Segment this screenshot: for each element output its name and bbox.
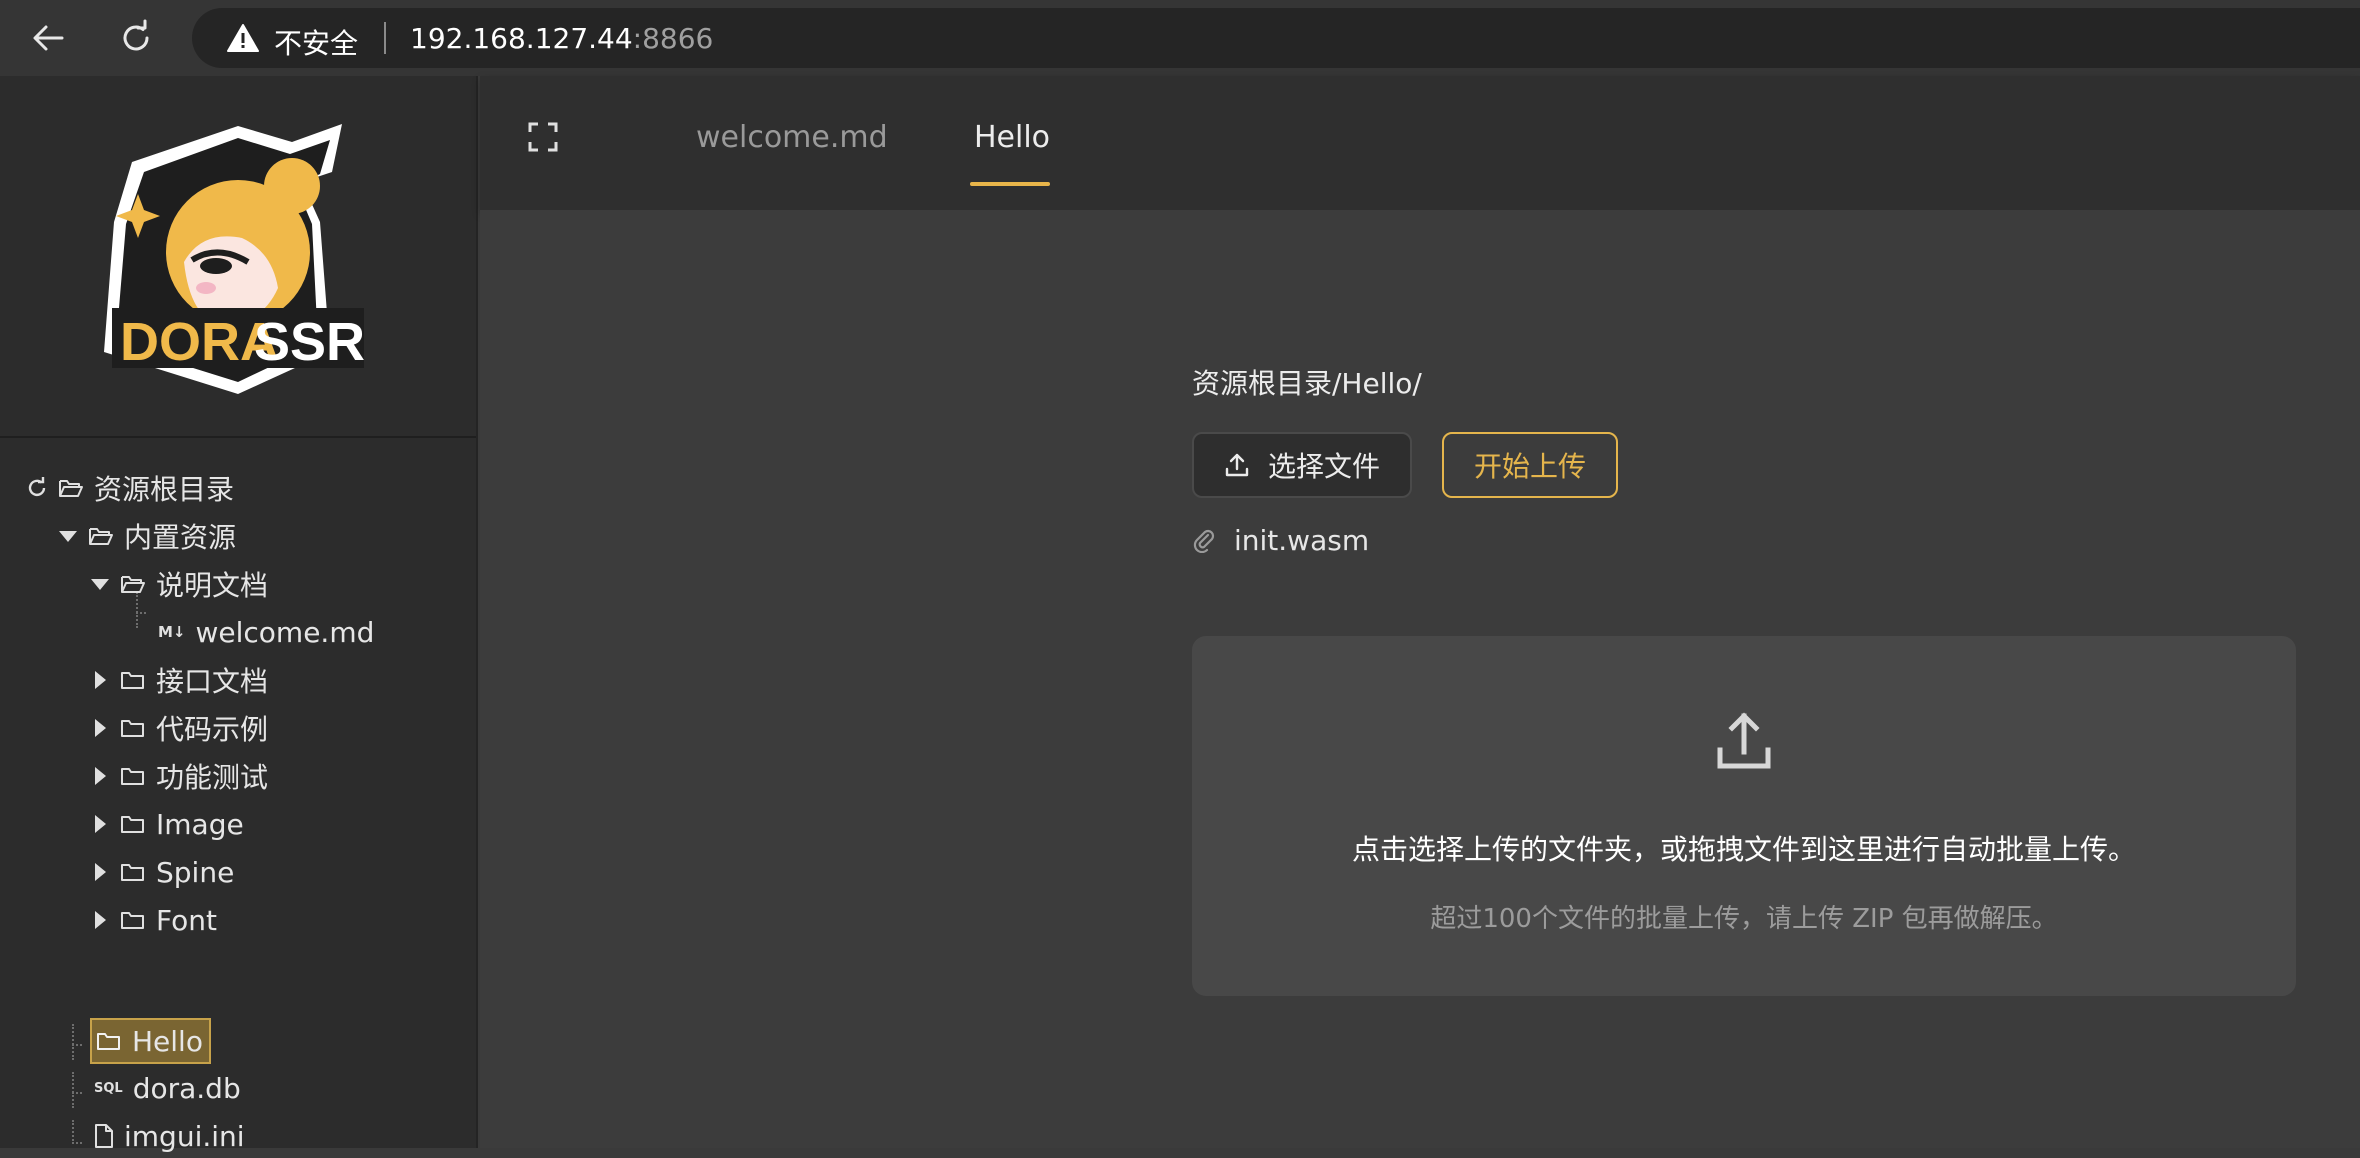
caret-right-icon[interactable] <box>90 862 110 882</box>
tree-item-hello[interactable]: Hello <box>90 1018 211 1064</box>
tree-guide <box>72 1024 74 1060</box>
tree-guide <box>72 1142 82 1144</box>
tree-item-image[interactable]: Image <box>90 802 244 846</box>
refresh-icon[interactable] <box>26 477 48 499</box>
browser-toolbar: 不安全 192.168.127.44:8866 <box>0 0 2360 76</box>
tree-item-builtin[interactable]: 内置资源 <box>58 514 236 558</box>
database-icon: SQL <box>94 1081 123 1096</box>
address-divider <box>384 22 386 54</box>
url-host: 192.168.127.44 <box>410 22 633 55</box>
tab-bar: welcome.md Hello <box>480 76 2360 210</box>
caret-right-icon[interactable] <box>90 718 110 738</box>
tree-item-root[interactable]: 资源根目录 <box>26 466 234 510</box>
folder-icon <box>120 717 146 739</box>
paperclip-icon <box>1192 527 1216 553</box>
arrow-left-icon <box>28 18 68 58</box>
warning-icon[interactable] <box>226 23 260 53</box>
tree-item-dora-db[interactable]: SQL dora.db <box>94 1066 241 1110</box>
tab-welcome-md[interactable]: welcome.md <box>696 120 888 164</box>
svg-text:SSR: SSR <box>254 312 365 372</box>
tree-item-docs[interactable]: 说明文档 <box>90 562 268 606</box>
tree-item-api-docs[interactable]: 接口文档 <box>90 658 268 702</box>
caret-right-icon[interactable] <box>90 814 110 834</box>
folder-open-icon <box>88 525 114 547</box>
tree-guide <box>72 1044 82 1046</box>
caret-right-icon[interactable] <box>90 766 110 786</box>
upload-path: 资源根目录/Hello/ <box>1192 362 1422 402</box>
folder-icon <box>96 1030 122 1052</box>
url-port: :8866 <box>633 22 714 55</box>
upload-panel: 资源根目录/Hello/ 选择文件 开始上传 init.wasm 点击选择上传的… <box>480 210 2360 1148</box>
dora-ssr-logo: DORA SSR <box>92 112 384 402</box>
tree-label: 资源根目录 <box>94 468 234 508</box>
folder-open-icon <box>58 477 84 499</box>
tree-guide <box>136 612 146 614</box>
select-file-button[interactable]: 选择文件 <box>1192 432 1412 498</box>
tree-label: 内置资源 <box>124 516 236 556</box>
tree-label: dora.db <box>133 1072 241 1105</box>
caret-down-icon[interactable] <box>58 526 78 546</box>
file-icon <box>94 1124 114 1148</box>
tree-label: Image <box>156 808 244 841</box>
tree-label: 功能测试 <box>156 756 268 796</box>
folder-icon <box>120 813 146 835</box>
logo-area: DORA SSR <box>0 76 476 438</box>
tree-item-tests[interactable]: 功能测试 <box>90 754 268 798</box>
back-button[interactable] <box>22 12 74 64</box>
select-file-label: 选择文件 <box>1268 445 1380 485</box>
tree-label: Spine <box>156 856 234 889</box>
caret-down-icon[interactable] <box>90 574 110 594</box>
url-text[interactable]: 192.168.127.44:8866 <box>410 22 713 55</box>
reload-button[interactable] <box>110 12 162 64</box>
folder-icon <box>120 861 146 883</box>
tree-item-imgui-ini[interactable]: imgui.ini <box>94 1114 245 1158</box>
markdown-icon: M↓ <box>158 623 186 641</box>
caret-right-icon[interactable] <box>90 670 110 690</box>
address-bar[interactable]: 不安全 192.168.127.44:8866 <box>192 8 2360 68</box>
dropzone-text: 点击选择上传的文件夹，或拖拽文件到这里进行自动批量上传。 <box>1192 828 2296 868</box>
tree-label: welcome.md <box>196 616 375 649</box>
active-tab-indicator <box>970 182 1050 186</box>
tree-item-font[interactable]: Font <box>90 898 217 942</box>
folder-icon <box>120 765 146 787</box>
upload-icon <box>1712 710 1776 774</box>
tree-item-examples[interactable]: 代码示例 <box>90 706 268 750</box>
tree-label: Font <box>156 904 217 937</box>
folder-icon <box>120 669 146 691</box>
dropzone-hint: 超过100个文件的批量上传，请上传 ZIP 包再做解压。 <box>1192 898 2296 935</box>
tree-item-welcome-md[interactable]: M↓ welcome.md <box>158 610 374 654</box>
start-upload-button[interactable]: 开始上传 <box>1442 432 1618 498</box>
tree-label: 接口文档 <box>156 660 268 700</box>
sidebar: DORA SSR 资源根目录 <box>0 76 478 1148</box>
upload-icon <box>1224 452 1250 478</box>
tree-guide <box>72 1092 82 1094</box>
tree-label: 说明文档 <box>156 564 268 604</box>
tree-guide <box>72 1120 74 1144</box>
tree-label: 代码示例 <box>156 708 268 748</box>
folder-icon <box>120 909 146 931</box>
tree-guide <box>72 1072 74 1108</box>
folder-open-icon <box>120 573 146 595</box>
reload-icon <box>116 18 156 58</box>
file-name: init.wasm <box>1234 524 1369 557</box>
security-label[interactable]: 不安全 <box>274 22 358 62</box>
tree-label: Hello <box>132 1025 203 1058</box>
tree-item-spine[interactable]: Spine <box>90 850 234 894</box>
file-list-item[interactable]: init.wasm <box>1192 518 1369 562</box>
tab-hello[interactable]: Hello <box>974 120 1050 164</box>
fullscreen-icon[interactable] <box>528 122 558 156</box>
caret-right-icon[interactable] <box>90 910 110 930</box>
upload-dropzone[interactable]: 点击选择上传的文件夹，或拖拽文件到这里进行自动批量上传。 超过100个文件的批量… <box>1192 636 2296 996</box>
